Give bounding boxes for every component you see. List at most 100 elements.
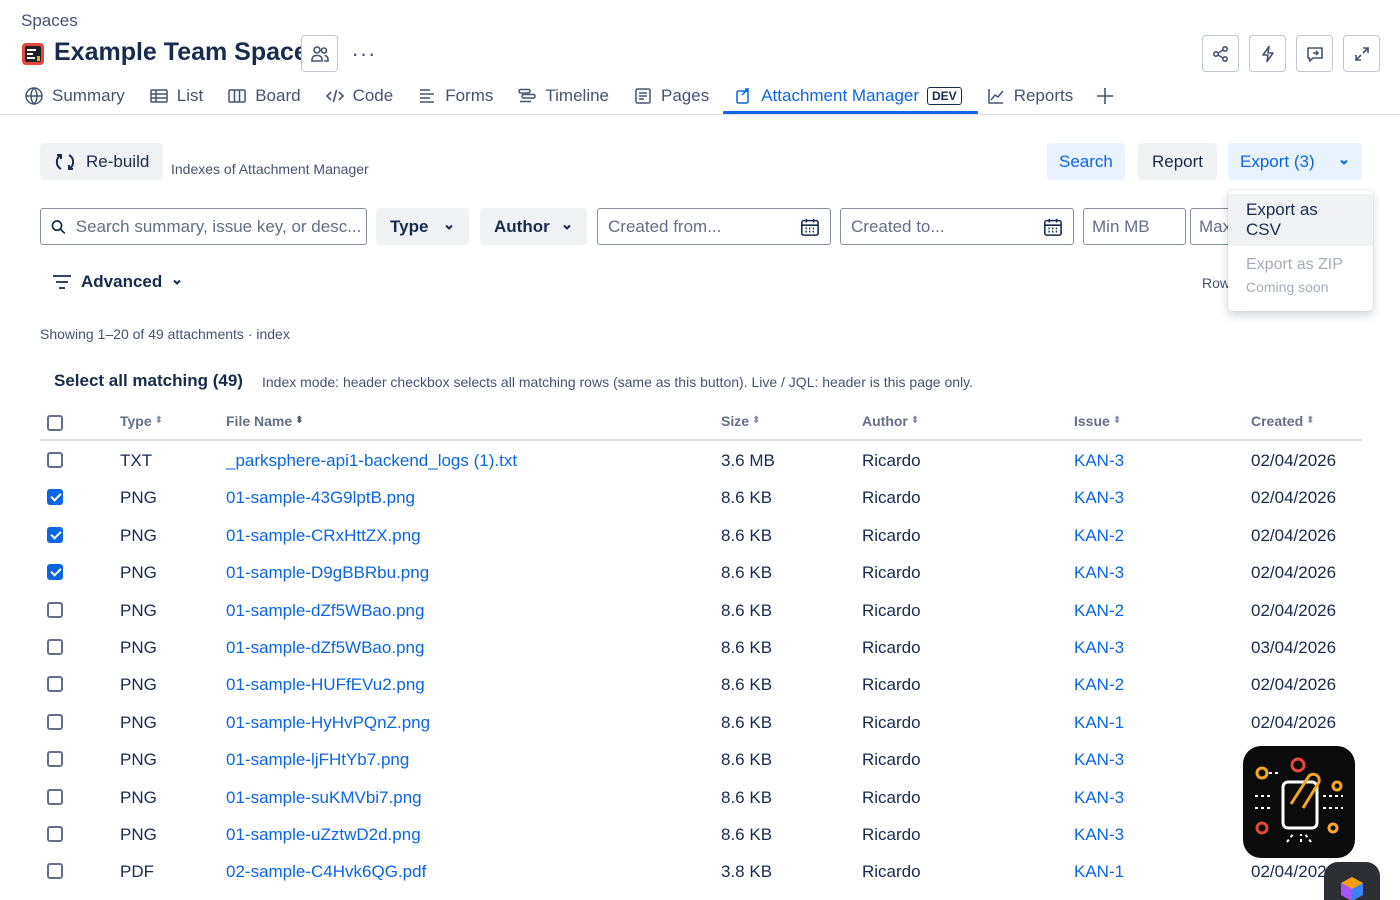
file-name-link[interactable]: 01-sample-D9gBBRbu.png: [226, 563, 429, 583]
row-checkbox[interactable]: [47, 564, 63, 581]
row-checkbox[interactable]: [47, 751, 63, 768]
created-from-input[interactable]: [608, 216, 801, 237]
table-row: PNG 01-sample-HUFfEVu2.png 8.6 KB Ricardo KA…: [40, 665, 1362, 702]
column-header-author[interactable]: Author ⬍: [862, 413, 919, 429]
rebuild-button[interactable]: Re-build: [40, 143, 164, 180]
issue-link[interactable]: KAN-3: [1074, 825, 1124, 845]
share-button[interactable]: [1202, 35, 1239, 72]
row-checkbox[interactable]: [47, 601, 63, 618]
export-csv-item[interactable]: Export as CSV: [1228, 194, 1373, 246]
issue-link[interactable]: KAN-3: [1074, 563, 1124, 583]
select-all-matching-button[interactable]: Select all matching (49): [54, 371, 243, 391]
tab-list[interactable]: List: [145, 80, 215, 112]
issue-link[interactable]: KAN-1: [1074, 862, 1124, 882]
advanced-filters-toggle[interactable]: Advanced: [52, 272, 183, 292]
type-filter-label: Type: [390, 216, 429, 236]
file-name-link[interactable]: 01-sample-uZztwD2d.png: [226, 825, 421, 845]
tab-board[interactable]: Board: [223, 80, 312, 112]
fullscreen-button[interactable]: [1343, 35, 1380, 72]
issue-link[interactable]: KAN-3: [1074, 638, 1124, 658]
hexagon-logo-icon: [1341, 877, 1363, 900]
file-name-link[interactable]: 01-sample-dZf5WBao.png: [226, 601, 424, 621]
column-header-created[interactable]: Created ⬍: [1251, 413, 1315, 429]
file-name-link[interactable]: 02-sample-C4Hvk6QG.pdf: [226, 862, 426, 882]
search-input[interactable]: [75, 216, 366, 237]
column-header-type[interactable]: Type ⬍: [120, 413, 163, 429]
size-cell: 3.8 KB: [721, 862, 773, 882]
file-name-link[interactable]: 01-sample-43G9lptB.png: [226, 488, 415, 508]
author-filter-label: Author: [494, 216, 550, 236]
column-header-size[interactable]: Size ⬍: [721, 413, 760, 429]
file-name-link[interactable]: 01-sample-suKMVbi7.png: [226, 788, 422, 808]
lightning-icon: [1261, 45, 1274, 62]
row-checkbox[interactable]: [47, 713, 63, 730]
row-checkbox[interactable]: [47, 863, 63, 880]
size-cell: 8.6 KB: [721, 563, 773, 583]
issue-link[interactable]: KAN-3: [1074, 488, 1124, 508]
automation-button[interactable]: [1249, 35, 1286, 72]
tab-attachment-manager[interactable]: Attachment Manager DEV: [723, 80, 978, 114]
tab-forms[interactable]: Forms: [413, 80, 505, 112]
row-checkbox[interactable]: [47, 788, 63, 805]
page-title: Example Team Space: [54, 38, 308, 66]
column-header-file-name[interactable]: File Name ⬍: [226, 413, 304, 429]
add-tab-button[interactable]: [1093, 84, 1117, 108]
report-button[interactable]: Report: [1138, 143, 1218, 180]
author-cell: Ricardo: [862, 451, 921, 470]
column-header-issue[interactable]: Issue ⬍: [1074, 413, 1121, 429]
space-members-button[interactable]: [301, 35, 338, 72]
row-checkbox[interactable]: [47, 638, 63, 655]
created-cell: 02/04/2026: [1251, 451, 1337, 470]
created-to-input[interactable]: [851, 216, 1044, 237]
file-name-link[interactable]: 01-sample-ljFHtYb7.png: [226, 750, 409, 770]
calendar-icon[interactable]: [800, 216, 820, 238]
issue-link[interactable]: KAN-1: [1074, 713, 1124, 733]
row-checkbox[interactable]: [47, 676, 63, 693]
row-checkbox[interactable]: [47, 489, 63, 506]
row-checkbox[interactable]: [47, 825, 63, 842]
board-icon: [228, 89, 246, 103]
feedback-button[interactable]: [1296, 35, 1333, 72]
file-name-link[interactable]: 01-sample-HUFfEVu2.png: [226, 675, 425, 695]
file-name-link[interactable]: 01-sample-HyHvPQnZ.png: [226, 713, 430, 733]
search-button[interactable]: Search: [1047, 143, 1125, 180]
min-mb-input[interactable]: [1092, 216, 1177, 237]
tab-summary[interactable]: Summary: [20, 80, 137, 112]
issue-link[interactable]: KAN-3: [1074, 750, 1124, 770]
tab-timeline[interactable]: Timeline: [513, 80, 621, 112]
app-launcher-badge[interactable]: [1243, 746, 1355, 858]
tab-reports[interactable]: Reports: [982, 80, 1086, 112]
tab-pages[interactable]: Pages: [629, 80, 721, 112]
sort-icon: ⬍: [295, 415, 304, 426]
column-label: Author: [862, 413, 908, 429]
more-actions-button[interactable]: ···: [350, 35, 378, 72]
file-name-link[interactable]: 01-sample-CRxHttZX.png: [226, 526, 421, 546]
row-checkbox[interactable]: [47, 452, 63, 468]
help-launcher-button[interactable]: [1324, 862, 1380, 900]
issue-link[interactable]: KAN-2: [1074, 526, 1124, 546]
issue-link[interactable]: KAN-2: [1074, 675, 1124, 695]
table-row: PNG 01-sample-43G9lptB.png 8.6 KB Ricardo KA…: [40, 478, 1362, 515]
issue-link[interactable]: KAN-3: [1074, 451, 1124, 471]
export-button[interactable]: Export (3): [1228, 143, 1362, 180]
author-filter-dropdown[interactable]: Author: [480, 208, 587, 245]
created-cell: 02/04/2026: [1251, 563, 1337, 583]
header-checkbox[interactable]: [47, 415, 63, 431]
table-row: TXT _parksphere-api1-backend_logs (1).txt…: [40, 441, 1362, 478]
file-name-link[interactable]: _parksphere-api1-backend_logs (1).txt: [226, 451, 517, 471]
calendar-icon[interactable]: [1043, 216, 1063, 238]
issue-link[interactable]: KAN-2: [1074, 601, 1124, 621]
size-cell: 8.6 KB: [721, 525, 773, 545]
sort-icon: ⬍: [1112, 415, 1122, 426]
breadcrumb[interactable]: Spaces: [21, 11, 78, 31]
file-name-link[interactable]: 01-sample-dZf5WBao.png: [226, 638, 424, 658]
index-caption: Indexes of Attachment Manager: [171, 161, 369, 177]
list-icon: [149, 89, 168, 103]
row-checkbox[interactable]: [47, 526, 63, 543]
created-cell: 02/04/2026: [1251, 675, 1337, 695]
index-mode-note: Index mode: header checkbox selects all …: [262, 374, 973, 390]
tab-code[interactable]: Code: [321, 80, 406, 112]
column-label: Size: [721, 413, 750, 429]
type-filter-dropdown[interactable]: Type: [376, 208, 469, 245]
issue-link[interactable]: KAN-3: [1074, 788, 1124, 808]
